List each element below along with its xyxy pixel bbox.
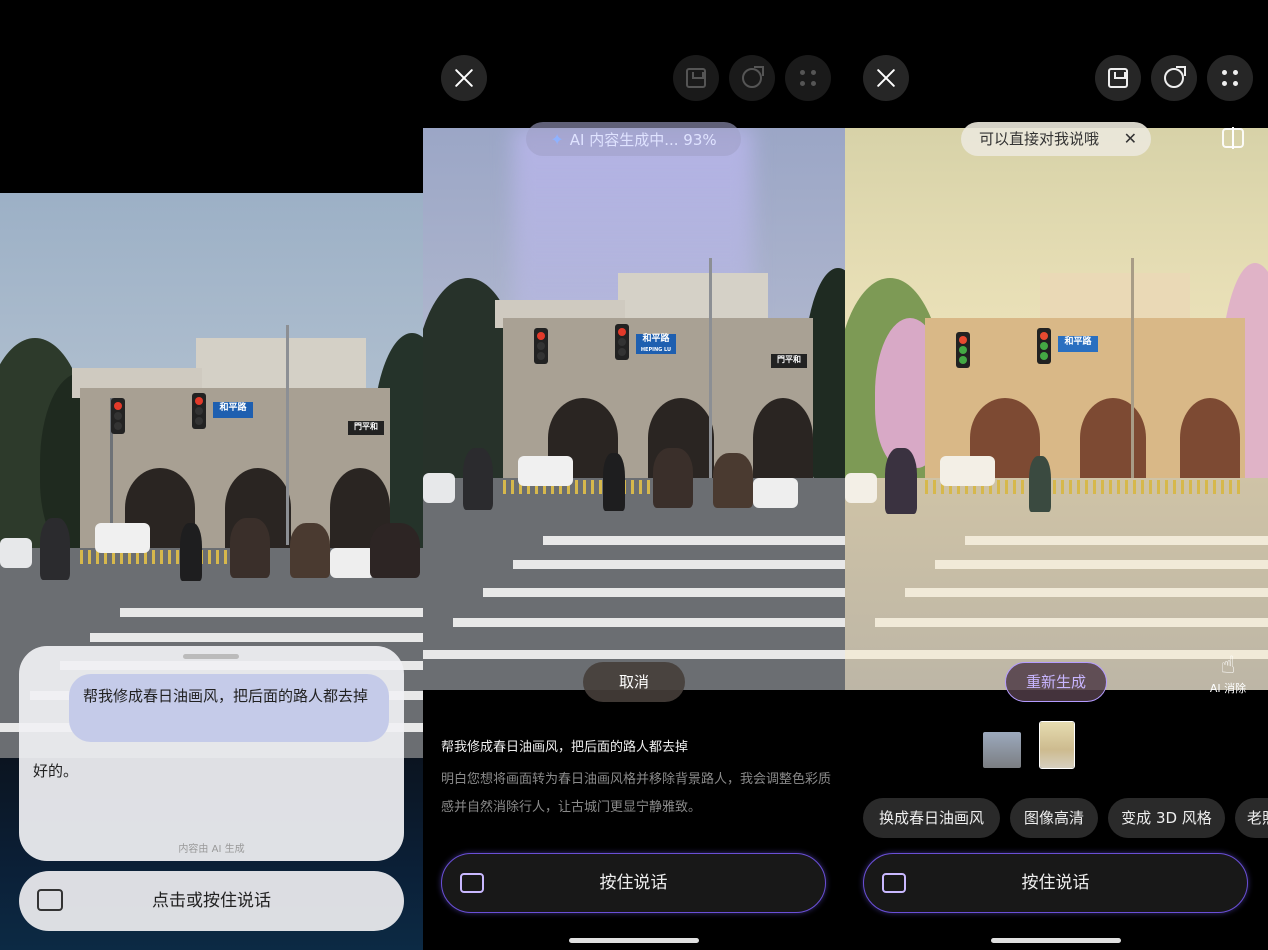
save-button[interactable] — [1095, 55, 1141, 101]
cancel-button[interactable]: 取消 — [583, 662, 685, 702]
screen: 和平路 門平和 帮我修成春日油画风，把后面的路人都去掉 好的。 内容由 AI 生… — [0, 0, 1268, 950]
chip-spring-oil[interactable]: 换成春日油画风 — [863, 798, 1000, 838]
compare-icon[interactable] — [1222, 127, 1244, 149]
ai-erase-button[interactable]: ☝ AI 消除 — [1203, 650, 1253, 696]
voice-input-label: 点击或按住说话 — [152, 891, 271, 911]
user-message-bubble: 帮我修成春日油画风，把后面的路人都去掉 — [69, 674, 389, 742]
more-dots-icon — [798, 68, 818, 88]
save-icon — [1108, 68, 1128, 88]
hold-to-talk-button[interactable]: 按住说话 — [441, 853, 826, 913]
close-icon — [876, 68, 896, 88]
panel-result: 和平路 可以直接对我说哦 ✕ 重新生成 ☝ AI 消除 换成春日油画风 图像高清… — [845, 0, 1268, 950]
regenerate-button[interactable]: 重新生成 — [1005, 662, 1107, 702]
hold-to-talk-label: 按住说话 — [599, 873, 668, 893]
street-sign: 和平路 HEPING LU — [636, 334, 676, 354]
street-sign: 和平路 — [1058, 336, 1098, 352]
close-button[interactable] — [441, 55, 487, 101]
sparkle-icon: ✦ — [550, 129, 564, 149]
close-icon — [454, 68, 474, 88]
hold-to-talk-label: 按住说话 — [1021, 873, 1090, 893]
street-sign-pinyin: HEPING LU — [640, 347, 672, 353]
ai-source-note: 内容由 AI 生成 — [178, 844, 245, 855]
share-icon — [742, 66, 764, 88]
share-button[interactable] — [729, 55, 775, 101]
generation-progress-label: AI 内容生成中... 93% — [569, 130, 717, 149]
more-button[interactable] — [1207, 55, 1253, 101]
home-indicator[interactable] — [991, 938, 1121, 943]
hold-to-talk-button[interactable]: 按住说话 — [863, 853, 1248, 913]
eraser-hand-icon: ☝ — [1220, 651, 1236, 679]
voice-input-button[interactable]: 点击或按住说话 — [19, 871, 404, 931]
close-tip-icon[interactable]: ✕ — [1124, 122, 1137, 156]
home-indicator[interactable] — [569, 938, 699, 943]
chip-hd[interactable]: 图像高清 — [1010, 798, 1098, 838]
ai-description: 明白您想将画面转为春日油画风格并移除背景路人，我会调整色彩质感并自然消除行人，让… — [441, 772, 832, 815]
share-button[interactable] — [1151, 55, 1197, 101]
panel-chat-original: 和平路 門平和 帮我修成春日油画风，把后面的路人都去掉 好的。 内容由 AI 生… — [0, 0, 423, 950]
generating-photo: 和平路 HEPING LU 門平和 — [423, 128, 845, 690]
chip-old-photo[interactable]: 老照片 — [1235, 798, 1268, 838]
save-button[interactable] — [673, 55, 719, 101]
generation-progress-pill: ✦ AI 内容生成中... 93% — [526, 122, 741, 156]
street-sign-small: 門平和 — [771, 354, 807, 368]
thumbnail-oil-painting[interactable] — [1039, 721, 1075, 769]
voice-tip-pill: 可以直接对我说哦 ✕ — [961, 122, 1151, 156]
drag-handle[interactable] — [183, 654, 239, 659]
suggestion-chips: 换成春日油画风 图像高清 变成 3D 风格 老照片 — [863, 798, 1268, 838]
more-dots-icon — [1220, 68, 1240, 88]
street-sign-small: 門平和 — [348, 421, 384, 435]
save-icon — [686, 68, 706, 88]
prompt-text: 帮我修成春日油画风，把后面的路人都去掉 — [441, 740, 689, 755]
more-button[interactable] — [785, 55, 831, 101]
chat-card: 帮我修成春日油画风，把后面的路人都去掉 好的。 内容由 AI 生成 — [19, 646, 404, 861]
share-icon — [1164, 66, 1186, 88]
chip-3d[interactable]: 变成 3D 风格 — [1108, 798, 1225, 838]
ai-erase-label: AI 消除 — [1209, 682, 1247, 695]
street-sign: 和平路 — [213, 402, 253, 418]
oil-painting-result: 和平路 — [845, 128, 1268, 690]
assistant-reply: 好的。 — [33, 762, 79, 780]
panel-generating: 和平路 HEPING LU 門平和 ✦ AI 内容生成中... 93% 取消 帮… — [423, 0, 845, 950]
street-sign-name: 和平路 — [642, 334, 670, 344]
thumbnail-original[interactable] — [983, 732, 1021, 768]
voice-tip-label: 可以直接对我说哦 — [979, 130, 1100, 148]
close-button[interactable] — [863, 55, 909, 101]
